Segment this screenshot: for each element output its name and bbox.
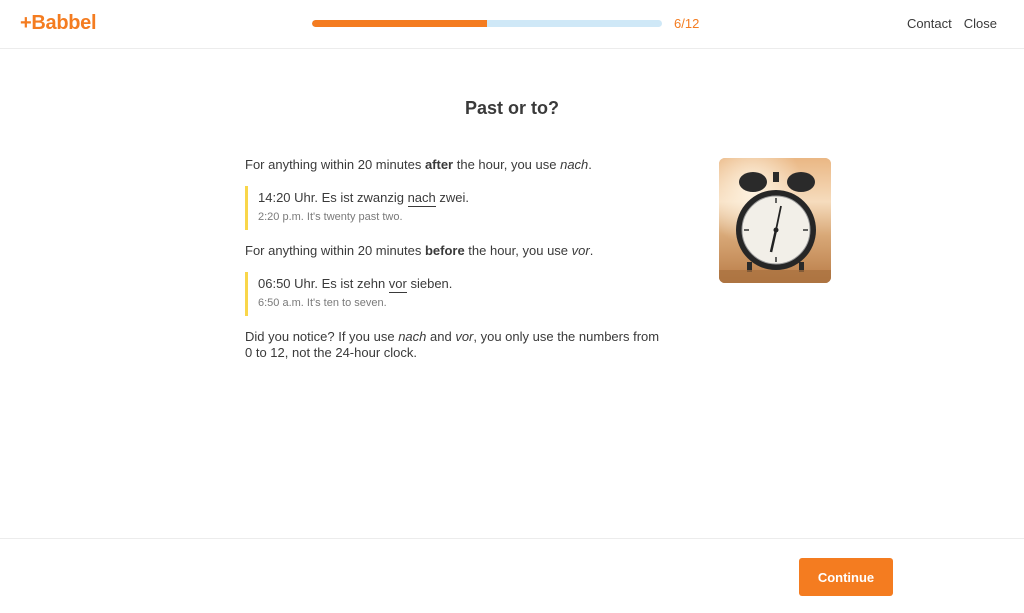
close-link[interactable]: Close xyxy=(964,16,997,31)
sentence-text: 14:20 Uhr. Es ist zwanzig xyxy=(258,190,408,205)
babbel-logo[interactable]: +Babbel xyxy=(20,12,97,35)
sentence-text: sieben. xyxy=(406,276,453,291)
note-german-word: nach xyxy=(398,329,427,344)
lesson-title: Past or to? xyxy=(464,98,559,118)
lesson-progress-fill xyxy=(312,20,487,27)
rule-german-word: vor xyxy=(571,243,590,258)
before-rule-text: For anything within 20 minutes before th… xyxy=(245,243,665,259)
header-links: Contact Close xyxy=(907,16,997,31)
highlighted-word: nach xyxy=(407,190,436,207)
lesson-progress-bar xyxy=(312,20,662,27)
example-translation: 6:50 a.m. It's ten to seven. xyxy=(258,297,387,309)
continue-button[interactable]: Continue xyxy=(799,558,893,596)
sentence-text: zwei. xyxy=(435,190,470,205)
example-translation: 2:20 p.m. It's twenty past two. xyxy=(258,211,403,223)
rule-text: . xyxy=(589,243,594,258)
sentence-text: 06:50 Uhr. Es ist zehn xyxy=(258,276,389,291)
note-fragment: and xyxy=(426,329,456,344)
alarm-clock-icon xyxy=(719,158,831,283)
lesson-explanation: For anything within 20 minutes after the… xyxy=(245,157,665,374)
after-rule-text: For anything within 20 minutes after the… xyxy=(245,157,665,173)
rule-text: For anything within 20 minutes xyxy=(245,157,425,172)
rule-text: For anything within 20 minutes xyxy=(245,243,425,258)
note-fragment: Did you notice? If you use xyxy=(245,329,399,344)
note-text: Did you notice? If you use nach and vor,… xyxy=(245,329,665,361)
alarm-clock-image xyxy=(719,158,831,283)
rule-german-word: nach xyxy=(560,157,589,172)
rule-keyword: before xyxy=(424,243,465,258)
rule-text: the hour, you use xyxy=(464,243,572,258)
note-german-word: vor xyxy=(455,329,474,344)
progress-counter: 6/12 xyxy=(674,16,700,31)
rule-text: . xyxy=(588,157,592,172)
rule-text: the hour, you use xyxy=(453,157,561,172)
example-german-sentence: 06:50 Uhr. Es ist zehn vor sieben. xyxy=(258,275,665,293)
example-nach: 14:20 Uhr. Es ist zwanzig nach zwei. 2:2… xyxy=(245,186,665,230)
example-vor: 06:50 Uhr. Es ist zehn vor sieben. 6:50 … xyxy=(245,272,665,316)
bottom-bar: Continue xyxy=(0,538,1024,613)
rule-keyword: after xyxy=(424,157,454,172)
example-german-sentence: 14:20 Uhr. Es ist zwanzig nach zwei. xyxy=(258,189,665,207)
highlighted-word: vor xyxy=(388,276,407,293)
contact-link[interactable]: Contact xyxy=(907,16,952,31)
top-bar: +Babbel 6/12 Contact Close xyxy=(0,0,1024,49)
